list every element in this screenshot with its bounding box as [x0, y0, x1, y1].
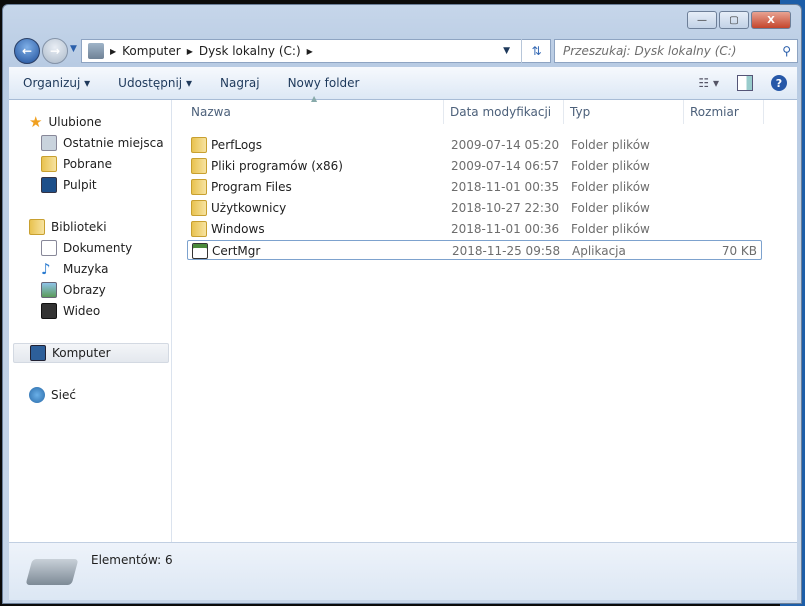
address-bar[interactable]: ▶ Komputer ▶ Dysk lokalny (C:) ▶ ▼ — [81, 39, 551, 63]
sidebar-item-pictures[interactable]: Obrazy — [41, 280, 106, 300]
computer-icon — [30, 345, 46, 361]
burn-button[interactable]: Nagraj — [206, 76, 274, 90]
file-date: 2018-11-25 09:58 — [452, 244, 561, 258]
refresh-button[interactable]: ⇅ — [521, 39, 551, 63]
sidebar-computer[interactable]: Komputer — [13, 343, 169, 363]
item-count: Elementów: 6 — [91, 553, 173, 567]
file-row[interactable]: Pliki programów (x86) 2009-07-14 06:57 F… — [187, 156, 762, 176]
file-row[interactable]: Użytkownicy 2018-10-27 22:30 Folder plik… — [187, 198, 762, 218]
sidebar-item-desktop[interactable]: Pulpit — [41, 175, 97, 195]
file-date: 2009-07-14 05:20 — [451, 138, 560, 152]
music-icon: ♪ — [41, 260, 51, 278]
navigation-bar: ← → ▼ ▶ Komputer ▶ Dysk lokalny (C:) ▶ ▼… — [11, 37, 801, 65]
preview-pane-icon[interactable] — [737, 75, 753, 91]
desktop-icon — [41, 177, 57, 193]
documents-icon — [41, 240, 57, 256]
star-icon: ★ — [29, 113, 43, 131]
videos-icon — [41, 303, 57, 319]
organize-menu[interactable]: Organizuj ▾ — [9, 76, 104, 90]
chevron-right-icon: ▶ — [186, 46, 193, 56]
close-button[interactable]: X — [751, 11, 791, 29]
application-icon — [192, 243, 208, 259]
help-icon[interactable]: ? — [771, 75, 787, 91]
chevron-right-icon[interactable]: ▶ — [307, 47, 313, 56]
folder-icon — [191, 179, 207, 195]
new-folder-button[interactable]: Nowy folder — [274, 76, 374, 90]
minimize-button[interactable]: — — [687, 11, 717, 29]
folder-icon — [191, 200, 207, 216]
sidebar-item-downloads[interactable]: Pobrane — [41, 154, 112, 174]
file-row[interactable]: PerfLogs 2009-07-14 05:20 Folder plików — [187, 135, 762, 155]
file-type: Folder plików — [571, 138, 650, 152]
sidebar-network[interactable]: Sieć — [29, 385, 76, 405]
view-options-icon[interactable]: ☷ ▾ — [698, 76, 719, 90]
chevron-right-icon: ▶ — [110, 46, 117, 56]
libraries-icon — [29, 219, 45, 235]
file-row[interactable]: CertMgr 2018-11-25 09:58 Aplikacja 70 KB — [187, 240, 762, 260]
file-name: Użytkownicy — [211, 201, 287, 215]
drive-large-icon — [25, 559, 79, 585]
file-type: Aplikacja — [572, 244, 626, 258]
network-icon — [29, 387, 45, 403]
column-name[interactable]: Nazwa — [185, 100, 444, 124]
file-name: PerfLogs — [211, 138, 263, 152]
column-size[interactable]: Rozmiar — [684, 100, 764, 124]
file-date: 2018-10-27 22:30 — [451, 201, 560, 215]
file-date: 2018-11-01 00:36 — [451, 222, 560, 236]
folder-icon — [191, 158, 207, 174]
drive-icon — [88, 43, 104, 59]
folder-icon — [191, 137, 207, 153]
forward-button[interactable]: → — [42, 38, 68, 64]
sidebar-item-videos[interactable]: Wideo — [41, 301, 100, 321]
recent-pages-dropdown[interactable]: ▼ — [70, 44, 77, 54]
column-headers: ▲ Nazwa Data modyfikacji Typ Rozmiar — [172, 94, 797, 124]
file-name: Pliki programów (x86) — [211, 159, 343, 173]
pictures-icon — [41, 282, 57, 298]
file-type: Folder plików — [571, 180, 650, 194]
file-row[interactable]: Windows 2018-11-01 00:36 Folder plików — [187, 219, 762, 239]
sidebar-favorites[interactable]: ★ Ulubione — [29, 112, 101, 132]
command-bar: Organizuj ▾ Udostępnij ▾ Nagraj Nowy fol… — [9, 67, 797, 100]
file-name: Windows — [211, 222, 265, 236]
file-type: Folder plików — [571, 201, 650, 215]
downloads-icon — [41, 156, 57, 172]
file-type: Folder plików — [571, 159, 650, 173]
explorer-window: — ▢ X ← → ▼ ▶ Komputer ▶ Dysk lokalny (C… — [2, 4, 802, 604]
folder-icon — [191, 221, 207, 237]
column-date[interactable]: Data modyfikacji — [444, 100, 564, 124]
sidebar-item-recent[interactable]: Ostatnie miejsca — [41, 133, 164, 153]
file-type: Folder plików — [571, 222, 650, 236]
file-row[interactable]: Program Files 2018-11-01 00:35 Folder pl… — [187, 177, 762, 197]
file-name: CertMgr — [212, 244, 261, 258]
details-pane: Elementów: 6 — [9, 542, 797, 600]
back-button[interactable]: ← — [14, 38, 40, 64]
recent-places-icon — [41, 135, 57, 151]
file-size: 70 KB — [721, 244, 757, 258]
address-history-dropdown[interactable]: ▼ — [503, 46, 510, 56]
search-icon[interactable]: ⚲ — [782, 44, 791, 58]
search-input[interactable]: Przeszukaj: Dysk lokalny (C:) ⚲ — [554, 39, 798, 63]
maximize-button[interactable]: ▢ — [719, 11, 749, 29]
file-name: Program Files — [211, 180, 292, 194]
navigation-pane: ★ Ulubione Ostatnie miejsca Pobrane Pulpi… — [9, 100, 172, 542]
sidebar-item-documents[interactable]: Dokumenty — [41, 238, 132, 258]
file-date: 2018-11-01 00:35 — [451, 180, 560, 194]
breadcrumb-computer[interactable]: Komputer — [122, 44, 181, 58]
breadcrumb-drive[interactable]: Dysk lokalny (C:) — [199, 44, 301, 58]
share-menu[interactable]: Udostępnij ▾ — [104, 76, 206, 90]
sidebar-libraries[interactable]: Biblioteki — [29, 217, 107, 237]
file-date: 2009-07-14 06:57 — [451, 159, 560, 173]
sidebar-item-music[interactable]: ♪ Muzyka — [41, 259, 108, 279]
column-type[interactable]: Typ — [564, 100, 684, 124]
search-placeholder: Przeszukaj: Dysk lokalny (C:) — [563, 44, 737, 58]
content-area: ★ Ulubione Ostatnie miejsca Pobrane Pulpi… — [9, 94, 797, 542]
